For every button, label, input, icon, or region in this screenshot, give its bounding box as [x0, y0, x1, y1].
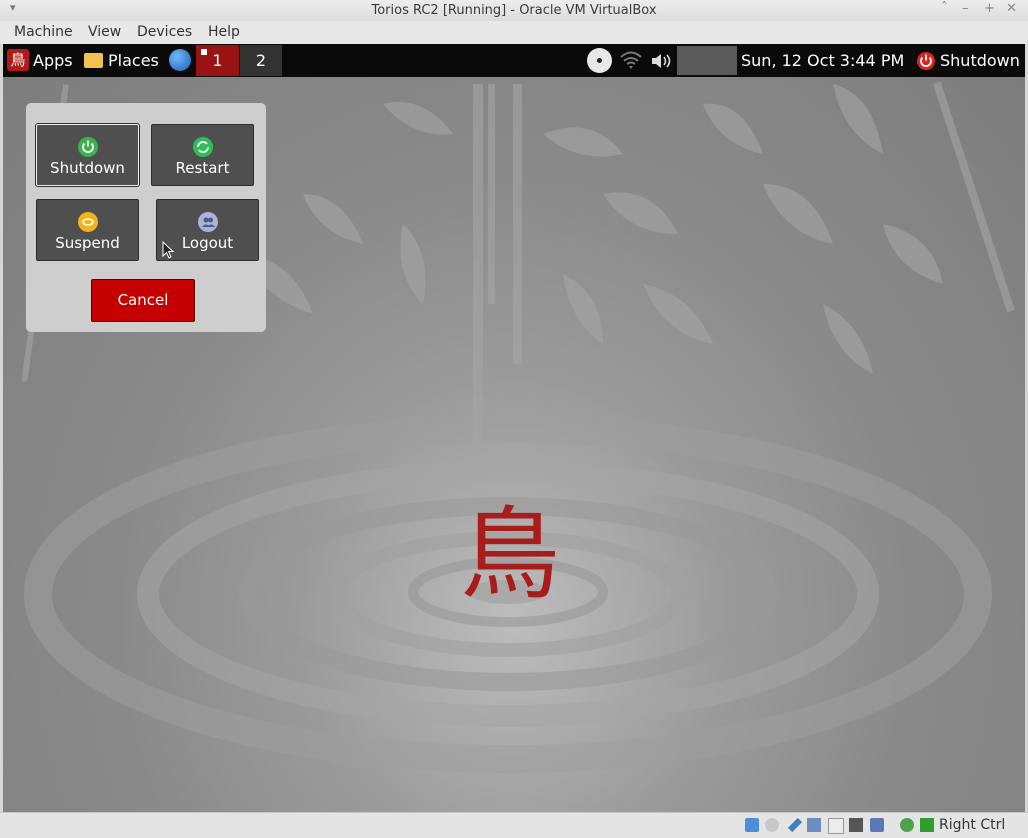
- vbox-statusbar: Right Ctrl: [0, 812, 1028, 838]
- places-menu[interactable]: Places: [108, 44, 159, 77]
- keyboard-capture-icon[interactable]: [920, 818, 934, 832]
- tray-placeholder: [677, 46, 737, 75]
- mouse-integration-icon[interactable]: [900, 818, 914, 832]
- workspace-2[interactable]: 2: [240, 45, 282, 76]
- menu-view[interactable]: View: [88, 24, 121, 40]
- clock[interactable]: Sun, 12 Oct 3:44 PM: [741, 44, 904, 77]
- top-panel: 鳥 Apps Places 1 2 Sun, 12 Oct 3:44 PM Sh…: [3, 44, 1025, 77]
- menu-devices[interactable]: Devices: [137, 24, 192, 40]
- workspace-1[interactable]: 1: [196, 45, 239, 76]
- recording-icon[interactable]: [870, 818, 884, 832]
- host-key-label: Right Ctrl: [939, 817, 1006, 833]
- logout-icon: [198, 212, 218, 232]
- minimize-icon[interactable]: –: [962, 1, 969, 16]
- menu-machine[interactable]: Machine: [14, 24, 73, 40]
- maximize-icon[interactable]: +: [984, 1, 995, 16]
- mouse-cursor-icon: [162, 241, 175, 259]
- window-titlebar: ▾ Torios RC2 [Running] - Oracle VM Virtu…: [0, 0, 1028, 22]
- menu-icon[interactable]: 鳥: [7, 49, 29, 71]
- usb-icon[interactable]: [787, 817, 803, 833]
- folder-icon[interactable]: [84, 53, 103, 68]
- optical-drive-icon[interactable]: [765, 818, 779, 832]
- cancel-button[interactable]: Cancel: [91, 279, 195, 322]
- suspend-button[interactable]: Suspend: [36, 199, 139, 261]
- apps-menu[interactable]: Apps: [33, 44, 73, 77]
- volume-icon[interactable]: [650, 52, 672, 70]
- shutdown-panel-button[interactable]: Shutdown: [940, 44, 1020, 77]
- shared-folder-icon[interactable]: [828, 818, 844, 834]
- shutdown-button[interactable]: Shutdown: [36, 124, 139, 186]
- restart-button[interactable]: Restart: [151, 124, 254, 186]
- globe-icon[interactable]: [169, 49, 191, 71]
- menu-help[interactable]: Help: [208, 24, 240, 40]
- network-icon[interactable]: [807, 818, 821, 832]
- restart-icon: [193, 137, 213, 157]
- hard-disk-icon[interactable]: [745, 818, 759, 832]
- shade-icon[interactable]: ˆ: [941, 1, 948, 16]
- window-indicator: [201, 49, 207, 55]
- svg-text:鳥: 鳥: [460, 496, 560, 604]
- power-icon[interactable]: [916, 51, 936, 71]
- window-title: Torios RC2 [Running] - Oracle VM Virtual…: [371, 3, 657, 18]
- shutdown-dialog: Shutdown Restart Suspend Logout Cancel: [26, 103, 266, 332]
- suspend-icon: [78, 212, 98, 232]
- vm-screen[interactable]: 鳥 鳥 Apps Places 1 2 Sun, 12 Oct 3:44 PM …: [3, 44, 1025, 812]
- vbox-menubar: Machine View Devices Help: [0, 21, 1028, 44]
- display-icon[interactable]: [849, 818, 863, 832]
- close-icon[interactable]: ✕: [1006, 1, 1017, 16]
- power-icon: [78, 137, 98, 157]
- wifi-icon[interactable]: [620, 51, 642, 71]
- cd-icon[interactable]: [587, 48, 612, 73]
- torios-logo: 鳥: [460, 496, 560, 604]
